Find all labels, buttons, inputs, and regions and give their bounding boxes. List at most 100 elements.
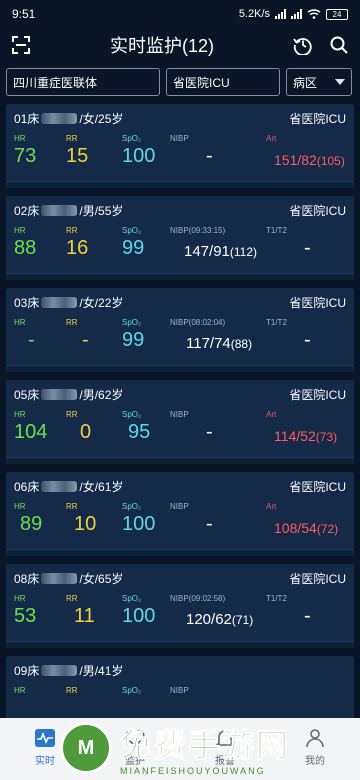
rr-value: 11 bbox=[74, 605, 95, 627]
rr-label: RR bbox=[66, 594, 78, 603]
battery-icon: 24 bbox=[326, 8, 348, 20]
rr-value: - bbox=[82, 329, 89, 351]
t1t2-value: - bbox=[304, 605, 311, 627]
redacted-name bbox=[41, 113, 78, 124]
watermark: M 免费手游网 MIANFEISHOUYOUWANG bbox=[60, 718, 350, 778]
patient-info: /女/61岁 bbox=[79, 480, 124, 494]
patient-card[interactable]: 01床/女/25岁 省医院ICU HR RR SpO₂ NIBP Art 73 1… bbox=[6, 104, 354, 188]
monitor-icon bbox=[35, 729, 55, 747]
hr-value: 104 bbox=[14, 421, 48, 443]
nibp-value: - bbox=[206, 513, 213, 535]
rr-value: 0 bbox=[80, 421, 92, 443]
bed-number: 01床 bbox=[14, 112, 40, 126]
t1t2-value: - bbox=[304, 237, 311, 259]
bed-number: 09床 bbox=[14, 664, 40, 678]
bed-number: 05床 bbox=[14, 388, 40, 402]
nibp-value: - bbox=[206, 145, 213, 167]
nibp-value: 117/74(88) bbox=[186, 332, 252, 356]
hr-label: HR bbox=[14, 594, 26, 603]
signal-2-icon bbox=[291, 9, 302, 19]
spo2-label: SpO₂ bbox=[122, 410, 142, 419]
nibp-mean: (71) bbox=[231, 613, 254, 627]
art-main: 151/82 bbox=[274, 152, 317, 168]
art-value: 114/52(73) bbox=[274, 424, 337, 449]
tab-label: 实时 bbox=[35, 756, 55, 767]
nibp-label: NIBP bbox=[170, 502, 189, 511]
nibp-label: NIBP(09:33:15) bbox=[170, 226, 226, 235]
art-value: 151/82(105) bbox=[274, 148, 345, 173]
redacted-name bbox=[41, 205, 78, 216]
hr-value: 73 bbox=[14, 145, 37, 167]
nibp-label: NIBP bbox=[170, 686, 189, 695]
rr-label: RR bbox=[66, 226, 78, 235]
rr-value: 15 bbox=[66, 145, 89, 167]
rr-value: 10 bbox=[74, 513, 97, 535]
spo2-value: 100 bbox=[122, 605, 156, 627]
art-label: Art bbox=[266, 410, 277, 419]
spo2-value: 100 bbox=[122, 145, 156, 167]
spo2-label: SpO₂ bbox=[122, 318, 142, 327]
bed-number: 06床 bbox=[14, 480, 40, 494]
ward-name: 省医院ICU bbox=[289, 296, 346, 310]
area-select[interactable]: 病区 bbox=[286, 68, 352, 96]
bed-number: 08床 bbox=[14, 572, 40, 586]
nibp-label: NIBP bbox=[170, 410, 189, 419]
watermark-logo-letter: M bbox=[77, 736, 95, 759]
bed-number: 03床 bbox=[14, 296, 40, 310]
nibp-value: 147/91(112) bbox=[184, 240, 257, 264]
hr-label: HR bbox=[14, 686, 26, 695]
nibp-label: NIBP bbox=[170, 134, 189, 143]
ward-name: 省医院ICU bbox=[289, 480, 346, 494]
patient-card[interactable]: 08床/女/65岁 省医院ICU HR RR SpO₂ NIBP(09:02:58… bbox=[6, 564, 354, 648]
hr-value: 89 bbox=[20, 513, 43, 535]
hr-value: 53 bbox=[14, 605, 37, 627]
spo2-value: 95 bbox=[128, 421, 151, 443]
t1t2-label: T1/T2 bbox=[266, 594, 287, 603]
rr-label: RR bbox=[66, 410, 78, 419]
redacted-name bbox=[41, 481, 78, 492]
rr-label: RR bbox=[66, 686, 78, 695]
nibp-main: 117/74 bbox=[186, 335, 231, 352]
scan-icon[interactable] bbox=[10, 34, 32, 56]
redacted-name bbox=[41, 297, 78, 308]
spo2-label: SpO₂ bbox=[122, 134, 142, 143]
patient-info: /女/25岁 bbox=[79, 112, 124, 126]
rr-label: RR bbox=[66, 318, 78, 327]
art-value: 108/54(72) bbox=[274, 516, 338, 541]
battery-level: 24 bbox=[332, 9, 342, 19]
art-main: 114/52 bbox=[274, 428, 316, 444]
filter-bar: 四川重症医联体 省医院ICU 病区 bbox=[0, 62, 360, 96]
watermark-title: 免费手游网 bbox=[119, 727, 291, 764]
patient-info: /男/62岁 bbox=[79, 388, 124, 402]
t1t2-label: T1/T2 bbox=[266, 226, 287, 235]
hospital-select-value: 省医院ICU bbox=[173, 75, 230, 90]
history-icon[interactable] bbox=[292, 34, 314, 56]
patient-card[interactable]: 02床/男/55岁 省医院ICU HR RR SpO₂ NIBP(09:33:15… bbox=[6, 196, 354, 280]
t1t2-label: T1/T2 bbox=[266, 318, 287, 327]
art-mean: (72) bbox=[316, 522, 339, 536]
hr-label: HR bbox=[14, 318, 26, 327]
patient-card[interactable]: 06床/女/61岁 省医院ICU HR RR SpO₂ NIBP Art 89 1… bbox=[6, 472, 354, 556]
t1t2-value: - bbox=[304, 329, 311, 351]
rr-value: 16 bbox=[66, 237, 89, 259]
patient-card[interactable]: 05床/男/62岁 省医院ICU HR RR SpO₂ NIBP Art 104 … bbox=[6, 380, 354, 464]
redacted-name bbox=[41, 665, 78, 676]
hr-value: - bbox=[28, 329, 35, 351]
search-icon[interactable] bbox=[328, 34, 350, 56]
ward-name: 省医院ICU bbox=[289, 572, 346, 586]
hr-label: HR bbox=[14, 502, 26, 511]
patient-info: /男/41岁 bbox=[79, 664, 124, 678]
patient-card[interactable]: 03床/女/22岁 省医院ICU HR RR SpO₂ NIBP(08:02:04… bbox=[6, 288, 354, 372]
hospital-select[interactable]: 省医院ICU bbox=[166, 68, 280, 96]
status-time: 9:51 bbox=[12, 7, 36, 21]
app-header: 实时监护(12) bbox=[0, 28, 360, 62]
bed-number: 02床 bbox=[14, 204, 40, 218]
group-select[interactable]: 四川重症医联体 bbox=[6, 68, 160, 96]
page-title: 实时监护(12) bbox=[109, 36, 214, 56]
chevron-down-icon bbox=[335, 79, 345, 85]
nibp-label: NIBP(09:02:58) bbox=[170, 594, 226, 603]
rr-label: RR bbox=[66, 502, 78, 511]
ward-name: 省医院ICU bbox=[289, 388, 346, 402]
signal-icon bbox=[275, 9, 286, 19]
wifi-icon bbox=[307, 9, 321, 19]
